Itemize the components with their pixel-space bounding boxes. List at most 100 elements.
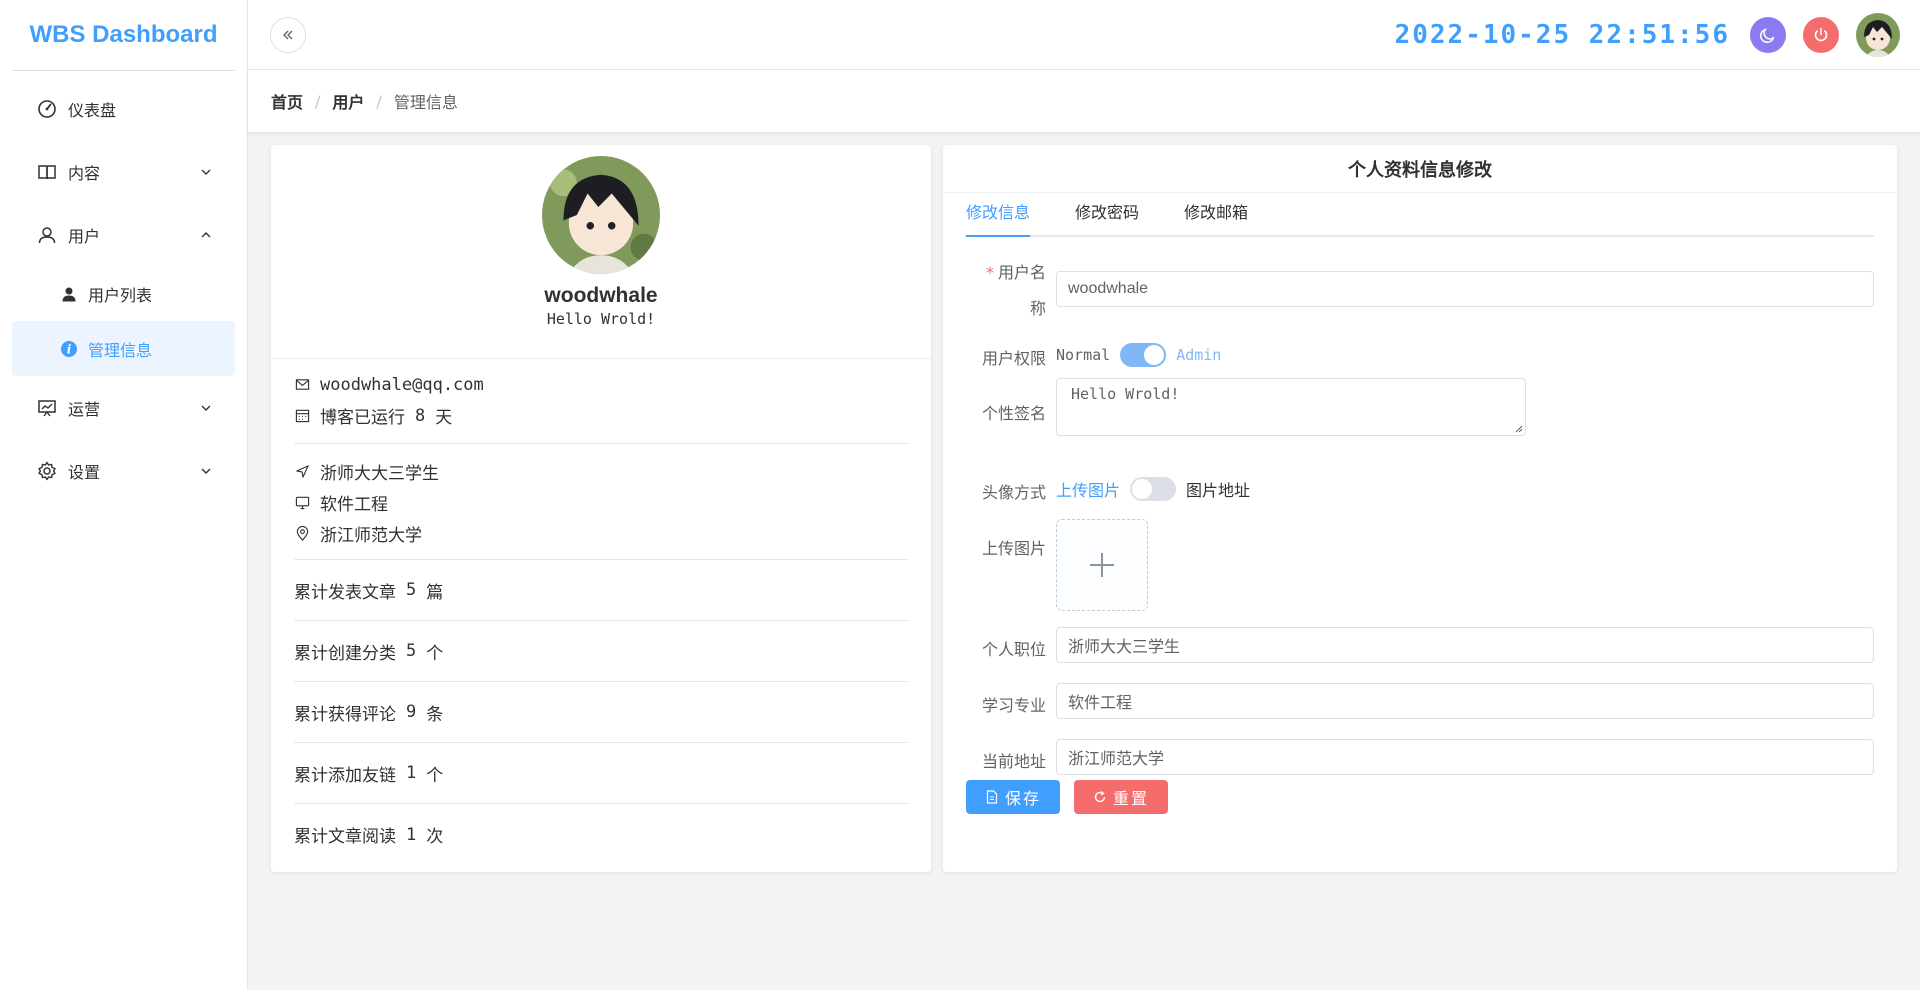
resize-grip-icon[interactable] [1515,425,1523,433]
profile-card: woodwhale Hello Wrold! woodwhale@qq.com … [271,145,931,872]
avatar-upload-option: 上传图片 [1056,481,1121,500]
profile-header: woodwhale Hello Wrold! [271,145,931,359]
avatar-mode-label: 头像方式 [981,483,1046,502]
avatar-image [542,156,660,274]
major-label: 学习专业 [981,696,1046,715]
plus-icon [1090,553,1114,577]
calendar-icon [294,408,310,424]
tab-edit-info[interactable]: 修改信息 [966,199,1031,237]
sidebar-subitem-user-list[interactable]: 用户列表 [0,266,247,321]
avatar-mode-switch[interactable] [1130,477,1177,501]
personal-info: 浙师大大三学生 软件工程 浙江师范大学 [294,444,908,560]
sidebar-menu: 仪表盘 内容 用户 用户列表 i 管理信息 运营 设置 [0,71,247,502]
stat-row-friend-links: 累计添加友链 1 个 [294,743,908,804]
top-header: 2022-10-25 22:51:56 [248,0,1920,70]
email-row: woodwhale@qq.com [294,369,908,400]
user-icon [36,224,58,246]
sidebar-item-label: 运营 [68,399,101,419]
edit-tabs: 修改信息 修改密码 修改邮箱 [966,193,1874,237]
breadcrumb-separator: / [376,91,382,111]
chevron-down-icon [199,165,213,179]
stat-unit: 个 [426,643,444,664]
stat-label: 累计发表文章 [294,582,396,603]
avatar-url-option: 图片地址 [1186,481,1251,500]
stat-label: 累计创建分类 [294,643,396,664]
running-unit: 天 [435,408,453,428]
info-icon: i [60,340,78,358]
major-row: 软件工程 [294,487,908,518]
gear-icon [36,460,58,482]
dashboard-icon [36,98,58,120]
document-icon [986,790,998,804]
breadcrumb-current: 管理信息 [393,93,458,112]
stat-unit: 条 [426,704,444,725]
upload-label: 上传图片 [981,539,1046,558]
collapse-sidebar-button[interactable] [270,16,306,53]
sidebar-item-dashboard[interactable]: 仪表盘 [0,77,247,140]
location-pin-icon [294,526,310,542]
tab-change-email[interactable]: 修改邮箱 [1184,199,1248,235]
sidebar: WBS Dashboard 仪表盘 内容 用户 用户列表 i 管理信息 运营 设… [0,0,248,990]
breadcrumb-home[interactable]: 首页 [271,89,303,113]
stat-row-articles: 累计发表文章 5 篇 [294,560,908,621]
profile-avatar [542,156,660,274]
running-label: 博客已运行 [320,408,405,428]
username-label-text-2: 称 [1029,299,1046,318]
sidebar-item-label: 内容 [68,163,101,183]
tab-change-password[interactable]: 修改密码 [1075,199,1139,235]
reset-button[interactable]: 重置 [1074,780,1168,814]
stat-value: 5 [406,580,417,600]
breadcrumb: 首页 / 用户 / 管理信息 [248,70,1920,132]
sidebar-item-label: 仪表盘 [68,100,117,120]
brand-title[interactable]: WBS Dashboard [0,0,247,70]
username-label-text: 用户名 [997,263,1046,282]
permission-switch[interactable] [1120,343,1167,367]
save-button[interactable]: 保存 [966,780,1060,814]
sidebar-subitem-admin-info[interactable]: i 管理信息 [12,321,235,376]
monitor-icon [294,495,310,511]
chevron-down-icon [199,401,213,415]
stat-label: 累计添加友链 [294,765,396,786]
book-icon [36,161,58,183]
stat-value: 1 [406,824,417,845]
switch-knob [1144,345,1165,365]
sidebar-item-content[interactable]: 内容 [0,140,247,203]
position-row: 浙师大大三学生 [294,456,908,487]
sidebar-item-operations[interactable]: 运营 [0,376,247,439]
logout-button[interactable] [1803,16,1839,53]
profile-signature: Hello Wrold! [546,310,656,328]
required-mark: * [985,263,994,282]
address-input[interactable]: 浙江师范大学 [1056,739,1874,775]
avatar-upload-button[interactable] [1056,519,1148,611]
position-label: 个人职位 [981,640,1046,659]
stat-label: 累计获得评论 [294,704,396,725]
navigation-icon [294,464,310,480]
signature-textarea[interactable]: Hello Wrold! [1056,378,1526,436]
stat-unit: 个 [426,765,444,786]
chevron-up-icon [199,228,213,242]
dark-mode-toggle[interactable] [1750,16,1786,53]
save-button-label: 保存 [1004,789,1041,808]
major-input[interactable]: 软件工程 [1056,683,1874,719]
stat-value: 9 [406,702,417,722]
moon-icon [1760,27,1775,43]
position-input[interactable]: 浙师大大三学生 [1056,627,1874,663]
breadcrumb-users[interactable]: 用户 [332,89,364,113]
stat-row-comments: 累计获得评论 9 条 [294,682,908,743]
permission-toggle-group: Normal Admin [1056,343,1221,367]
permission-normal-text: Normal [1056,346,1111,364]
location-row: 浙江师范大学 [294,518,908,549]
avatar[interactable] [1856,12,1900,57]
sidebar-item-label: 用户 [68,226,101,246]
sidebar-item-users[interactable]: 用户 [0,203,247,266]
user-filled-icon [60,285,78,303]
presentation-chart-icon [36,397,58,419]
stat-value: 5 [406,641,417,661]
edit-card-title: 个人资料信息修改 [943,145,1897,193]
sidebar-item-settings[interactable]: 设置 [0,439,247,502]
stat-row-categories: 累计创建分类 5 个 [294,621,908,682]
stat-row-reads: 累计文章阅读 1 次 [294,804,908,865]
username-input[interactable]: woodwhale [1056,271,1874,307]
permission-label: 用户权限 [981,349,1046,368]
address-label: 当前地址 [981,752,1046,771]
